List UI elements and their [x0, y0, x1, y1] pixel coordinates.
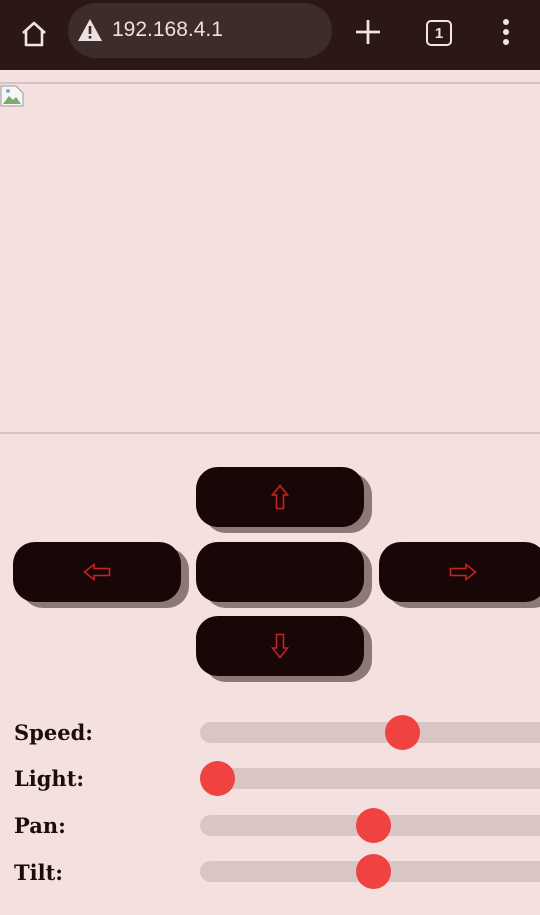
right-button[interactable] [379, 542, 540, 602]
light-label: Light: [14, 766, 85, 791]
warning-triangle-icon [78, 19, 102, 41]
arrow-down-icon [271, 633, 289, 659]
browser-toolbar: 192.168.4.1 1 [0, 0, 540, 70]
video-stream [0, 84, 540, 432]
url-text: 192.168.4.1 [112, 18, 223, 41]
left-button[interactable] [13, 542, 181, 602]
light-slider-thumb[interactable] [199, 761, 235, 796]
tab-count: 1 [434, 24, 444, 42]
broken-image-icon [0, 85, 24, 107]
browser-menu-button[interactable] [488, 14, 524, 50]
speed-slider-thumb[interactable] [384, 715, 420, 750]
tilt-slider[interactable] [200, 854, 540, 889]
stop-button[interactable] [196, 542, 364, 602]
vertical-dots-icon [503, 19, 509, 45]
forward-button[interactable] [196, 467, 364, 527]
arrow-left-icon [83, 563, 111, 581]
tab-switcher-button[interactable]: 1 [426, 20, 452, 46]
pan-label: Pan: [14, 813, 66, 838]
speed-slider[interactable] [200, 715, 540, 750]
home-button[interactable] [14, 14, 54, 54]
light-slider[interactable] [199, 761, 540, 796]
pan-slider[interactable] [200, 808, 540, 843]
arrow-up-icon [271, 484, 289, 510]
tilt-slider-thumb[interactable] [355, 854, 391, 889]
arrow-right-icon [449, 563, 477, 581]
tilt-label: Tilt: [14, 860, 64, 885]
pan-slider-thumb[interactable] [355, 808, 391, 843]
bottom-divider [0, 432, 540, 434]
url-bar[interactable]: 192.168.4.1 [68, 3, 332, 58]
speed-label: Speed: [14, 720, 94, 745]
backward-button[interactable] [196, 616, 364, 676]
new-tab-button[interactable] [350, 14, 386, 50]
home-icon [22, 21, 46, 47]
plus-icon [356, 20, 380, 44]
